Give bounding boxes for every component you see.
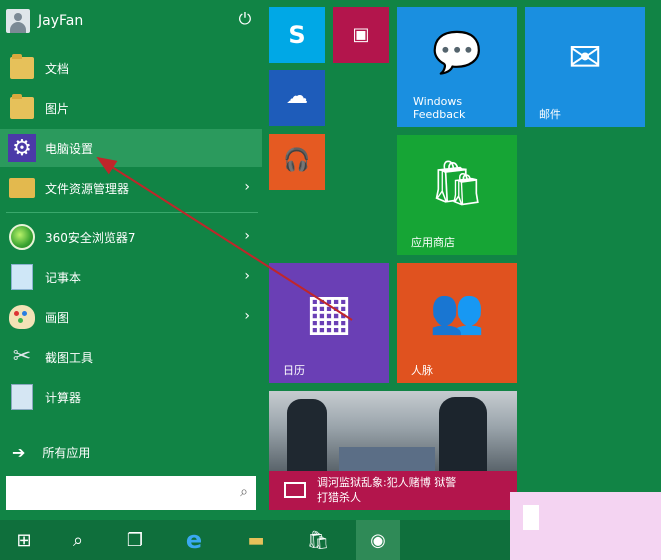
menu-item-file-explorer[interactable]: 文件资源管理器 › (0, 169, 262, 207)
snipping-tool-icon: ✂ (12, 344, 32, 369)
tile-label: 人脉 (411, 364, 433, 377)
start-windows-icon[interactable]: ⊞ (2, 520, 46, 560)
file-explorer-icon[interactable]: ▬ (234, 520, 278, 560)
news-headline-bar: 调河监狱乱象:犯人赌博 狱警 打猎杀人 (269, 471, 517, 510)
tile-label: 应用商店 (411, 236, 455, 249)
overlay-patch (523, 505, 539, 530)
tile-news[interactable]: 调河监狱乱象:犯人赌博 狱警 打猎杀人 (269, 391, 517, 510)
tile-label: 邮件 (539, 108, 561, 121)
menu-item-pc-settings[interactable]: ⚙ 电脑设置 (0, 129, 262, 167)
people-icon: 👥 (429, 286, 485, 337)
tile-windows-feedback[interactable]: 💬 Windows Feedback (397, 7, 517, 127)
all-apps-label: 所有应用 (42, 445, 91, 460)
folder-icon (10, 54, 34, 79)
menu-item-label: 电脑设置 (45, 141, 94, 156)
start-left-pane: JayFan ⏻ 文档 图片 ⚙ 电脑设置 文件资源管理器 › 360安全浏览器… (0, 0, 262, 520)
news-headline: 调河监狱乱象:犯人赌博 狱警 打猎杀人 (317, 476, 457, 504)
task-view-icon[interactable]: ❐ (113, 520, 157, 560)
search-icon[interactable]: ⌕ (56, 520, 100, 560)
tile-label: Windows Feedback (413, 95, 466, 121)
tile-calendar[interactable]: ▦ 日历 (269, 263, 389, 383)
menu-item-documents[interactable]: 文档 (0, 49, 262, 87)
store-icon[interactable]: 🛍 (296, 520, 340, 560)
pictures-folder-icon (10, 94, 34, 119)
tile-people[interactable]: 👥 人脉 (397, 263, 517, 383)
tile-skype[interactable]: S (269, 7, 325, 63)
all-apps-button[interactable]: ➔ 所有应用 (0, 438, 262, 466)
tile-store[interactable]: 🛍 应用商店 (397, 135, 517, 255)
paint-icon (9, 305, 35, 329)
envelope-icon: ✉ (568, 35, 602, 81)
gear-icon: ⚙ (8, 134, 36, 162)
calendar-icon: ▦ (305, 283, 353, 341)
menu-item-label: 文件资源管理器 (45, 181, 130, 196)
headphones-icon: 🎧 (283, 148, 311, 173)
360-browser-icon (9, 224, 35, 250)
user-avatar-icon (6, 9, 30, 33)
tile-mail[interactable]: ✉ 邮件 (525, 7, 645, 127)
tile-video[interactable]: ▣ (333, 7, 389, 63)
menu-item-label: 计算器 (45, 390, 82, 405)
feedback-icon: 💬 (432, 30, 482, 76)
video-icon: ▣ (352, 24, 370, 45)
skype-icon: S (288, 21, 306, 49)
search-icon[interactable]: ⌕ (240, 484, 248, 500)
onedrive-cloud-icon: ☁ (286, 84, 308, 109)
news-icon (284, 482, 306, 498)
menu-item-label: 画图 (45, 310, 70, 325)
user-name: JayFan (38, 13, 84, 29)
360-browser-icon[interactable]: ◉ (356, 520, 400, 560)
menu-item-360-browser[interactable]: 360安全浏览器7 › (0, 218, 262, 256)
menu-item-label: 图片 (45, 101, 70, 116)
tile-onedrive[interactable]: ☁ (269, 70, 325, 126)
menu-item-paint[interactable]: 画图 › (0, 298, 262, 336)
menu-item-calculator[interactable]: 计算器 (0, 378, 262, 416)
search-box[interactable]: ⌕ (6, 476, 256, 510)
news-image (269, 391, 517, 471)
store-bag-icon: 🛍 (429, 158, 485, 209)
menu-item-label: 360安全浏览器7 (45, 230, 136, 245)
notepad-icon (11, 264, 33, 290)
menu-item-label: 文档 (45, 61, 70, 76)
menu-item-pictures[interactable]: 图片 (0, 89, 262, 127)
chevron-right-icon[interactable]: › (244, 227, 250, 245)
user-account[interactable]: JayFan (6, 6, 258, 36)
menu-item-snipping-tool[interactable]: ✂ 截图工具 (0, 338, 262, 376)
chevron-right-icon[interactable]: › (244, 307, 250, 325)
tile-label: 日历 (283, 364, 305, 377)
menu-item-label: 记事本 (45, 270, 82, 285)
arrow-right-icon: ➔ (12, 442, 26, 462)
internet-explorer-icon[interactable]: e (172, 520, 216, 560)
chevron-right-icon[interactable]: › (244, 267, 250, 285)
file-explorer-icon (9, 178, 35, 198)
calculator-icon (11, 384, 33, 410)
power-icon[interactable]: ⏻ (236, 10, 254, 28)
menu-item-label: 截图工具 (45, 350, 94, 365)
tile-music[interactable]: 🎧 (269, 134, 325, 190)
chevron-right-icon[interactable]: › (244, 178, 250, 196)
menu-item-notepad[interactable]: 记事本 › (0, 258, 262, 296)
divider (6, 212, 258, 213)
